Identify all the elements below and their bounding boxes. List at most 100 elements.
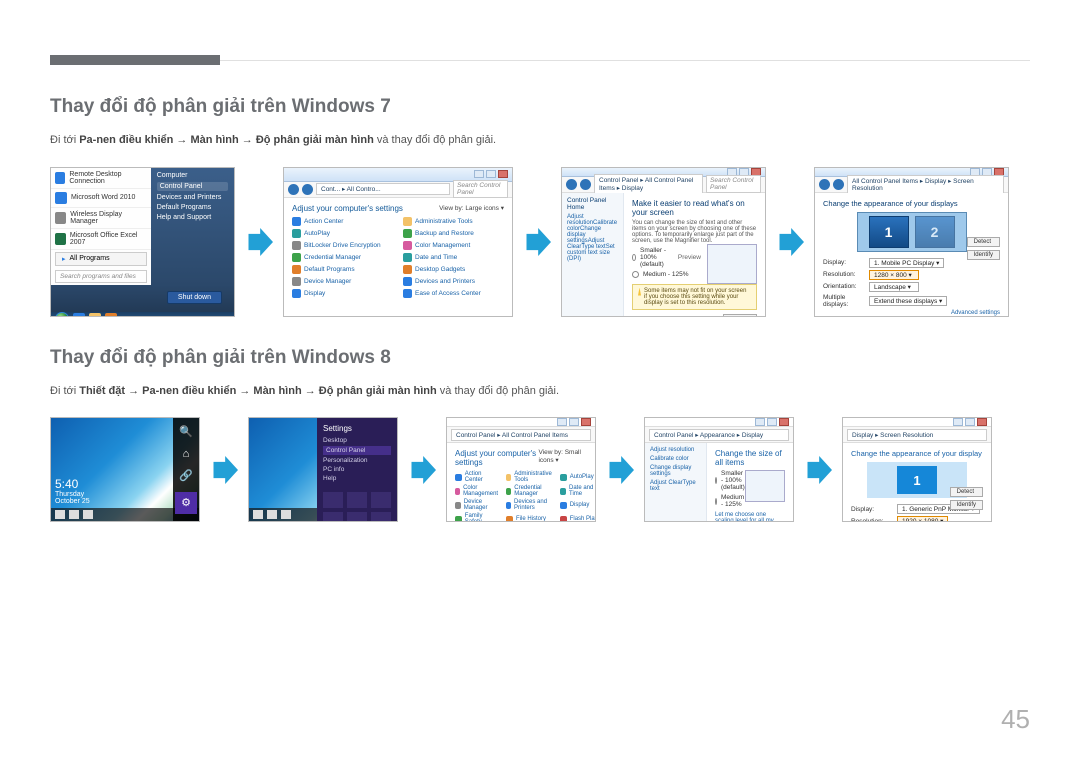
cp-item-icon xyxy=(403,229,412,238)
identify-button: Identify xyxy=(967,250,1000,260)
control-panel-item: Administrative Tools xyxy=(403,217,504,226)
control-panel-item: Ease of Access Center xyxy=(403,289,504,298)
cp-item-icon xyxy=(292,265,301,274)
page-content: Thay đổi độ phân giải trên Windows 7 Đi … xyxy=(50,96,1030,522)
page-number: 45 xyxy=(1001,704,1030,735)
cp-item-icon xyxy=(403,241,412,250)
cp-item-label: Device Manager xyxy=(304,278,351,285)
screenshot-win8-control-panel: Control Panel ▸ All Control Panel Items … xyxy=(446,417,596,522)
display-side-link: Adjust resolution xyxy=(650,447,701,453)
control-panel-item: AutoPlay xyxy=(560,471,596,483)
control-panel-item: BitLocker Drive Encryption xyxy=(292,241,393,250)
body-win8: Đi tới Thiết đặt → Pa-nen điều khiển → M… xyxy=(50,383,1030,400)
control-panel-item: Flash Player xyxy=(560,513,596,522)
settings-panel: Settings DesktopControl PanelPersonaliza… xyxy=(317,418,397,521)
display-title: Change the size of all items xyxy=(715,449,785,467)
screenshot-win7-control-panel: Cont... ▸ All Contro...Search Control Pa… xyxy=(283,167,513,317)
breadcrumb: All Control Panel Items ▸ Display ▸ Scre… xyxy=(847,175,1004,194)
sr-title: Change the appearance of your displays xyxy=(823,199,1000,208)
monitor-1-icon: 1 xyxy=(869,216,909,248)
settings-item: Control Panel xyxy=(323,446,391,455)
search-input: Search Control Panel xyxy=(453,180,508,198)
charm-search-icon: 🔍 xyxy=(180,426,192,438)
cp-item-icon xyxy=(292,289,301,298)
cp-item-icon xyxy=(292,217,301,226)
program-label: Microsoft Word 2010 xyxy=(71,194,135,201)
cp-item-icon xyxy=(292,277,301,286)
control-panel-item: Credential Manager xyxy=(506,485,554,497)
heading-win8: Thay đổi độ phân giải trên Windows 8 xyxy=(50,347,1030,369)
scaling-link: Let me choose one scaling level for all … xyxy=(715,512,785,522)
control-panel-item: Display xyxy=(292,289,393,298)
control-panel-item: Action Center xyxy=(455,471,500,483)
control-panel-item: Administrative Tools xyxy=(506,471,554,483)
preview-thumbnail xyxy=(745,470,785,502)
cp-item-label: Date and Time xyxy=(415,254,457,261)
control-panel-item: Device Manager xyxy=(292,277,393,286)
dropdown: Extend these displays ▾ xyxy=(869,296,947,306)
cp-item-label: AutoPlay xyxy=(570,474,594,480)
cp-item-icon xyxy=(292,241,301,250)
cp-item-icon xyxy=(403,217,412,226)
shutdown-button: Shut down xyxy=(57,289,228,308)
cp-item-icon xyxy=(560,488,566,495)
screenshot-win8-charms: 5:40 ThursdayOctober 25 🔍 ⌂ 🔗 ⚙ xyxy=(50,417,200,522)
start-menu-right-item: Computer xyxy=(157,172,228,179)
resolution-row: Resolution:1280 × 800 ▾ xyxy=(823,270,1000,280)
display-side-link: Change display settings xyxy=(650,465,701,477)
taskbar-wmp-icon xyxy=(105,313,117,317)
arrow-icon xyxy=(606,456,634,484)
radio-medium: Medium - 125% xyxy=(632,271,701,278)
arrow-icon xyxy=(804,456,832,484)
cp-item-icon xyxy=(560,474,567,481)
all-programs: ▸ All Programs xyxy=(55,252,147,266)
screenshot-win8-settings: Settings DesktopControl PanelPersonaliza… xyxy=(248,417,398,522)
arrow-icon xyxy=(776,228,804,256)
breadcrumb: Display ▸ Screen Resolution xyxy=(847,429,987,441)
display-side-link: Calibrate color xyxy=(650,456,701,462)
breadcrumb: Control Panel ▸ All Control Panel Items xyxy=(451,429,591,441)
control-panel-item: Desktop Gadgets xyxy=(403,265,504,274)
control-panel-item: Family Safety xyxy=(455,513,500,522)
dropdown: 1. Mobile PC Display ▾ xyxy=(869,258,944,268)
breadcrumb: Control Panel ▸ All Control Panel Items … xyxy=(594,174,703,194)
resolution-row: Resolution:1920 × 1080 ▾ xyxy=(851,516,983,522)
body-win8-path: Thiết đặt → Pa-nen điều khiển → Màn hình… xyxy=(79,385,437,397)
apply-button: Apply xyxy=(723,314,757,317)
cp-item-label: Device Manager xyxy=(464,499,500,511)
screenshot-row-win7: Remote Desktop ConnectionMicrosoft Word … xyxy=(50,167,1030,317)
program-icon xyxy=(55,212,66,224)
preview-thumbnail xyxy=(707,244,757,284)
display-title: Make it easier to read what's on your sc… xyxy=(632,199,757,217)
detect-button: Detect xyxy=(967,237,1000,247)
warning-bar: Some items may not fit on your screen if… xyxy=(632,284,757,310)
cp-item-label: Display xyxy=(570,502,590,508)
screenshot-win7-display: Control Panel ▸ All Control Panel Items … xyxy=(561,167,766,317)
cp-item-icon xyxy=(506,488,511,495)
cp-home-label: Control Panel Home xyxy=(567,197,618,211)
arrow-icon xyxy=(245,228,273,256)
resolution-row: Multiple displays:Extend these displays … xyxy=(823,294,1000,308)
warning-icon xyxy=(638,288,641,296)
cp-item-icon xyxy=(455,474,462,481)
monitor-2-icon: 2 xyxy=(915,216,955,248)
dropdown: 1920 × 1080 ▾ xyxy=(897,516,948,522)
program-icon xyxy=(55,233,66,245)
cp-item-label: File History xyxy=(516,516,546,522)
cp-item-icon xyxy=(560,516,567,523)
cp-item-label: Desktop Gadgets xyxy=(415,266,465,273)
body-win7-path: Pa-nen điều khiển → Màn hình → Độ phân g… xyxy=(79,134,374,146)
arrow-icon xyxy=(210,456,238,484)
control-panel-item: Display xyxy=(560,499,596,511)
display-desc: You can change the size of text and othe… xyxy=(632,220,757,244)
monitor-preview: 12 xyxy=(857,212,967,252)
cp-item-label: Ease of Access Center xyxy=(415,290,481,297)
control-panel-item: Credential Manager xyxy=(292,253,393,262)
start-menu-right-item: Control Panel xyxy=(157,182,228,191)
clock-tile: 5:40 ThursdayOctober 25 xyxy=(55,477,90,505)
body-win8-pre: Đi tới xyxy=(50,385,79,397)
screenshot-win7-screen-resolution: All Control Panel Items ▸ Display ▸ Scre… xyxy=(814,167,1009,317)
control-panel-item: Backup and Restore xyxy=(403,229,504,238)
cp-item-label: Devices and Printers xyxy=(415,278,475,285)
control-panel-item: Color Management xyxy=(403,241,504,250)
